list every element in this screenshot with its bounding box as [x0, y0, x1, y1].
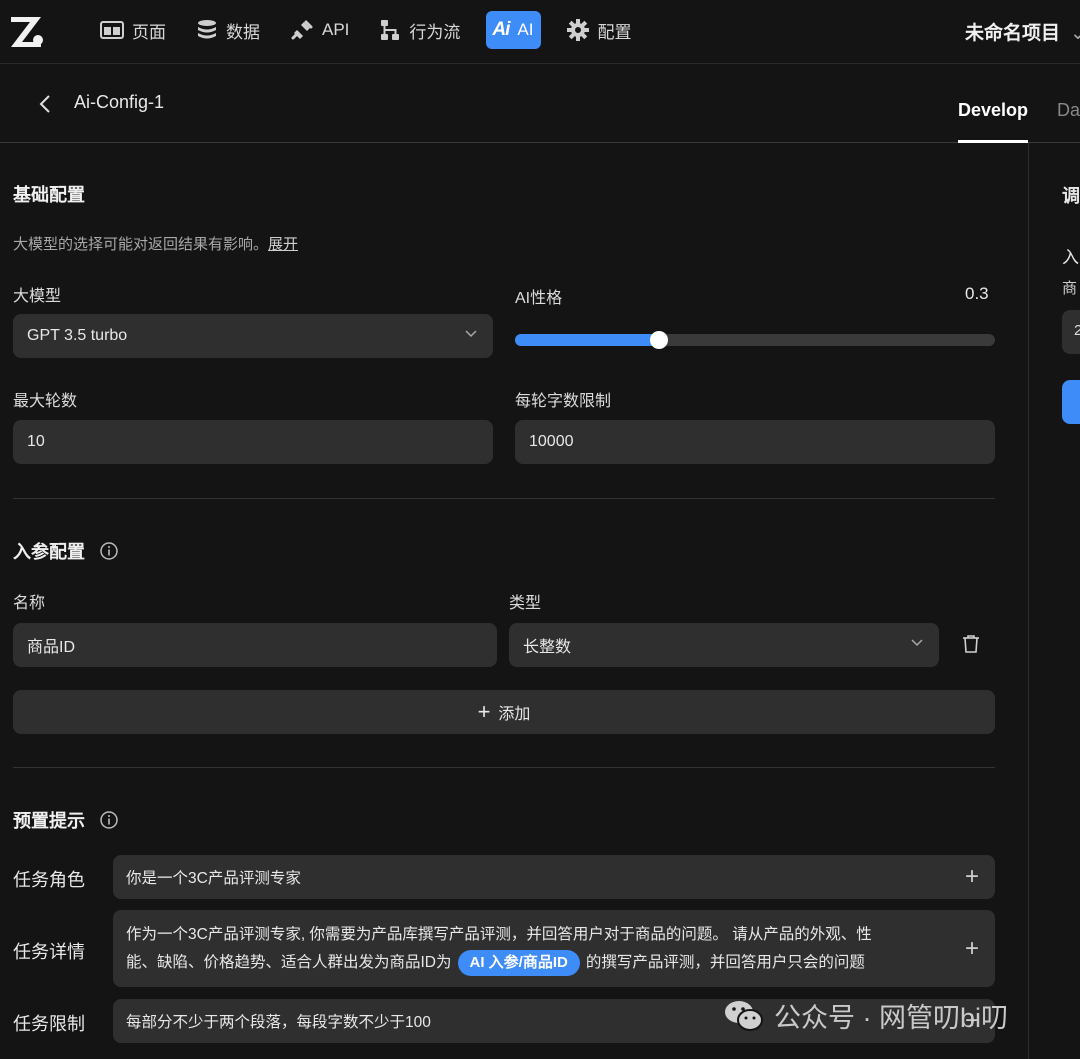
basic-description: 大模型的选择可能对返回结果有影响。展开 [13, 233, 298, 254]
detail-line: 能、缺陷、价格趋势、适合人群出发为商品ID为 AI 入参/商品ID 的撰写产品评测，… [126, 949, 872, 977]
section-title-params: 入参配置 [13, 538, 118, 564]
delete-param-icon[interactable] [962, 634, 980, 654]
page-title: Ai-Config-1 [74, 92, 165, 112]
nav-item-ai[interactable]: Ai AI [486, 11, 542, 49]
plus-icon: + [477, 699, 491, 724]
database-icon [198, 20, 216, 39]
nav-item-flow[interactable]: 行为流 [375, 11, 464, 49]
nav-item-api[interactable]: API [286, 11, 353, 49]
ai-icon: Ai [492, 19, 510, 40]
config-header: Ai-Config-1 Develop Da [0, 65, 1080, 143]
add-param-label: 添加 [498, 706, 531, 723]
panel-divider [1028, 143, 1029, 1059]
debug-panel-subtitle: 入 [1062, 248, 1079, 267]
chevron-down-icon: ⌄ [1070, 23, 1080, 44]
top-navbar: 页面 数据 API 行为流 Ai AI 配置 未命名项目 ⌄ [0, 0, 1080, 64]
tab-data[interactable]: Da [1057, 100, 1080, 121]
limit-value: 每部分不少于两个段落，每段字数不少于100 [126, 1014, 431, 1031]
api-icon [291, 20, 313, 40]
nav-label: API [322, 20, 350, 39]
detail-line: 作为一个3C产品评测专家, 你需要为产品库撰写产品评测，并回答用户对于商品的问题… [126, 925, 872, 943]
role-input[interactable]: 你是一个3C产品评测专家 + [113, 855, 995, 899]
insert-variable-icon[interactable]: + [965, 935, 979, 963]
main-nav: 页面 数据 API 行为流 Ai AI 配置 [96, 11, 657, 49]
personality-slider[interactable] [515, 331, 995, 349]
char-limit-value: 10000 [529, 433, 574, 450]
flow-icon [381, 20, 400, 40]
detail-input[interactable]: 作为一个3C产品评测专家, 你需要为产品库撰写产品评测，并回答用户对于商品的问题… [113, 910, 995, 987]
slider-fill [515, 334, 659, 346]
divider [13, 498, 995, 499]
info-icon[interactable] [100, 811, 118, 829]
param-type-header: 类型 [509, 595, 542, 612]
detail-line-part: 的撰写产品评测，并回答用户只会的问题 [585, 953, 865, 971]
chevron-down-icon [465, 330, 477, 338]
tab-develop[interactable]: Develop [958, 100, 1029, 143]
char-limit-label: 每轮字数限制 [515, 393, 612, 410]
debug-field-label: 商 [1062, 280, 1078, 297]
info-icon[interactable] [100, 542, 118, 560]
slider-thumb[interactable] [650, 331, 668, 349]
nav-item-pages[interactable]: 页面 [96, 11, 170, 49]
basic-description-text: 大模型的选择可能对返回结果有影响。 [13, 236, 269, 253]
insert-variable-icon[interactable]: + [965, 863, 979, 891]
max-rounds-input[interactable]: 10 [13, 420, 493, 464]
wechat-icon [725, 1000, 763, 1031]
param-type-select[interactable]: 长整数 [509, 623, 939, 667]
personality-label: AI性格 [515, 290, 563, 307]
model-select-value: GPT 3.5 turbo [27, 327, 128, 344]
section-title-basic: 基础配置 [13, 185, 85, 205]
gear-icon [567, 19, 590, 41]
section-title-prompt-text: 预置提示 [13, 811, 85, 831]
chevron-down-icon [911, 639, 923, 647]
variable-chip[interactable]: AI 入参/商品ID [457, 949, 580, 976]
divider [13, 767, 995, 768]
role-label: 任务角色 [13, 870, 85, 890]
project-selector[interactable]: 未命名项目 ⌄ [965, 18, 1080, 45]
param-type-value: 长整数 [523, 639, 572, 656]
role-value: 你是一个3C产品评测专家 [126, 870, 301, 887]
model-select[interactable]: GPT 3.5 turbo [13, 314, 493, 358]
debug-param-input[interactable]: 2 [1062, 310, 1080, 354]
add-param-button[interactable]: + 添加 [13, 690, 995, 734]
debug-panel-title: 调 [1062, 186, 1080, 206]
nav-item-data[interactable]: 数据 [192, 11, 264, 49]
nav-item-config[interactable]: 配置 [563, 11, 635, 49]
back-arrow-icon[interactable] [36, 93, 54, 115]
nav-label: 行为流 [409, 22, 461, 42]
nav-label: 页面 [132, 22, 166, 42]
model-label: 大模型 [13, 288, 62, 305]
param-name-input[interactable]: 商品ID [13, 623, 497, 667]
param-name-header: 名称 [13, 595, 46, 612]
watermark-text: 公众号 · 网管叨bi叨 [774, 1003, 1009, 1033]
personality-value: 0.3 [965, 284, 989, 303]
max-rounds-value: 10 [27, 433, 45, 450]
section-title-params-text: 入参配置 [13, 542, 85, 562]
watermark: 公众号 · 网管叨bi叨 [724, 996, 1008, 1035]
limit-label: 任务限制 [13, 1014, 85, 1034]
param-name-value: 商品ID [27, 639, 76, 656]
logo-icon[interactable] [8, 12, 46, 50]
section-title-prompt: 预置提示 [13, 807, 118, 833]
debug-run-button[interactable] [1062, 380, 1080, 424]
project-name: 未命名项目 [965, 23, 1061, 44]
detail-text: 作为一个3C产品评测专家, 你需要为产品库撰写产品评测，并回答用户对于商品的问题… [126, 921, 872, 977]
nav-label: AI [517, 20, 534, 39]
page-icon [100, 21, 124, 39]
nav-label: 配置 [597, 22, 632, 42]
detail-label: 任务详情 [13, 942, 85, 962]
expand-link[interactable]: 展开 [268, 236, 298, 253]
char-limit-input[interactable]: 10000 [515, 420, 995, 464]
max-rounds-label: 最大轮数 [13, 393, 78, 410]
detail-line-part: 能、缺陷、价格趋势、适合人群出发为商品ID为 [126, 953, 452, 971]
nav-label: 数据 [226, 22, 260, 42]
